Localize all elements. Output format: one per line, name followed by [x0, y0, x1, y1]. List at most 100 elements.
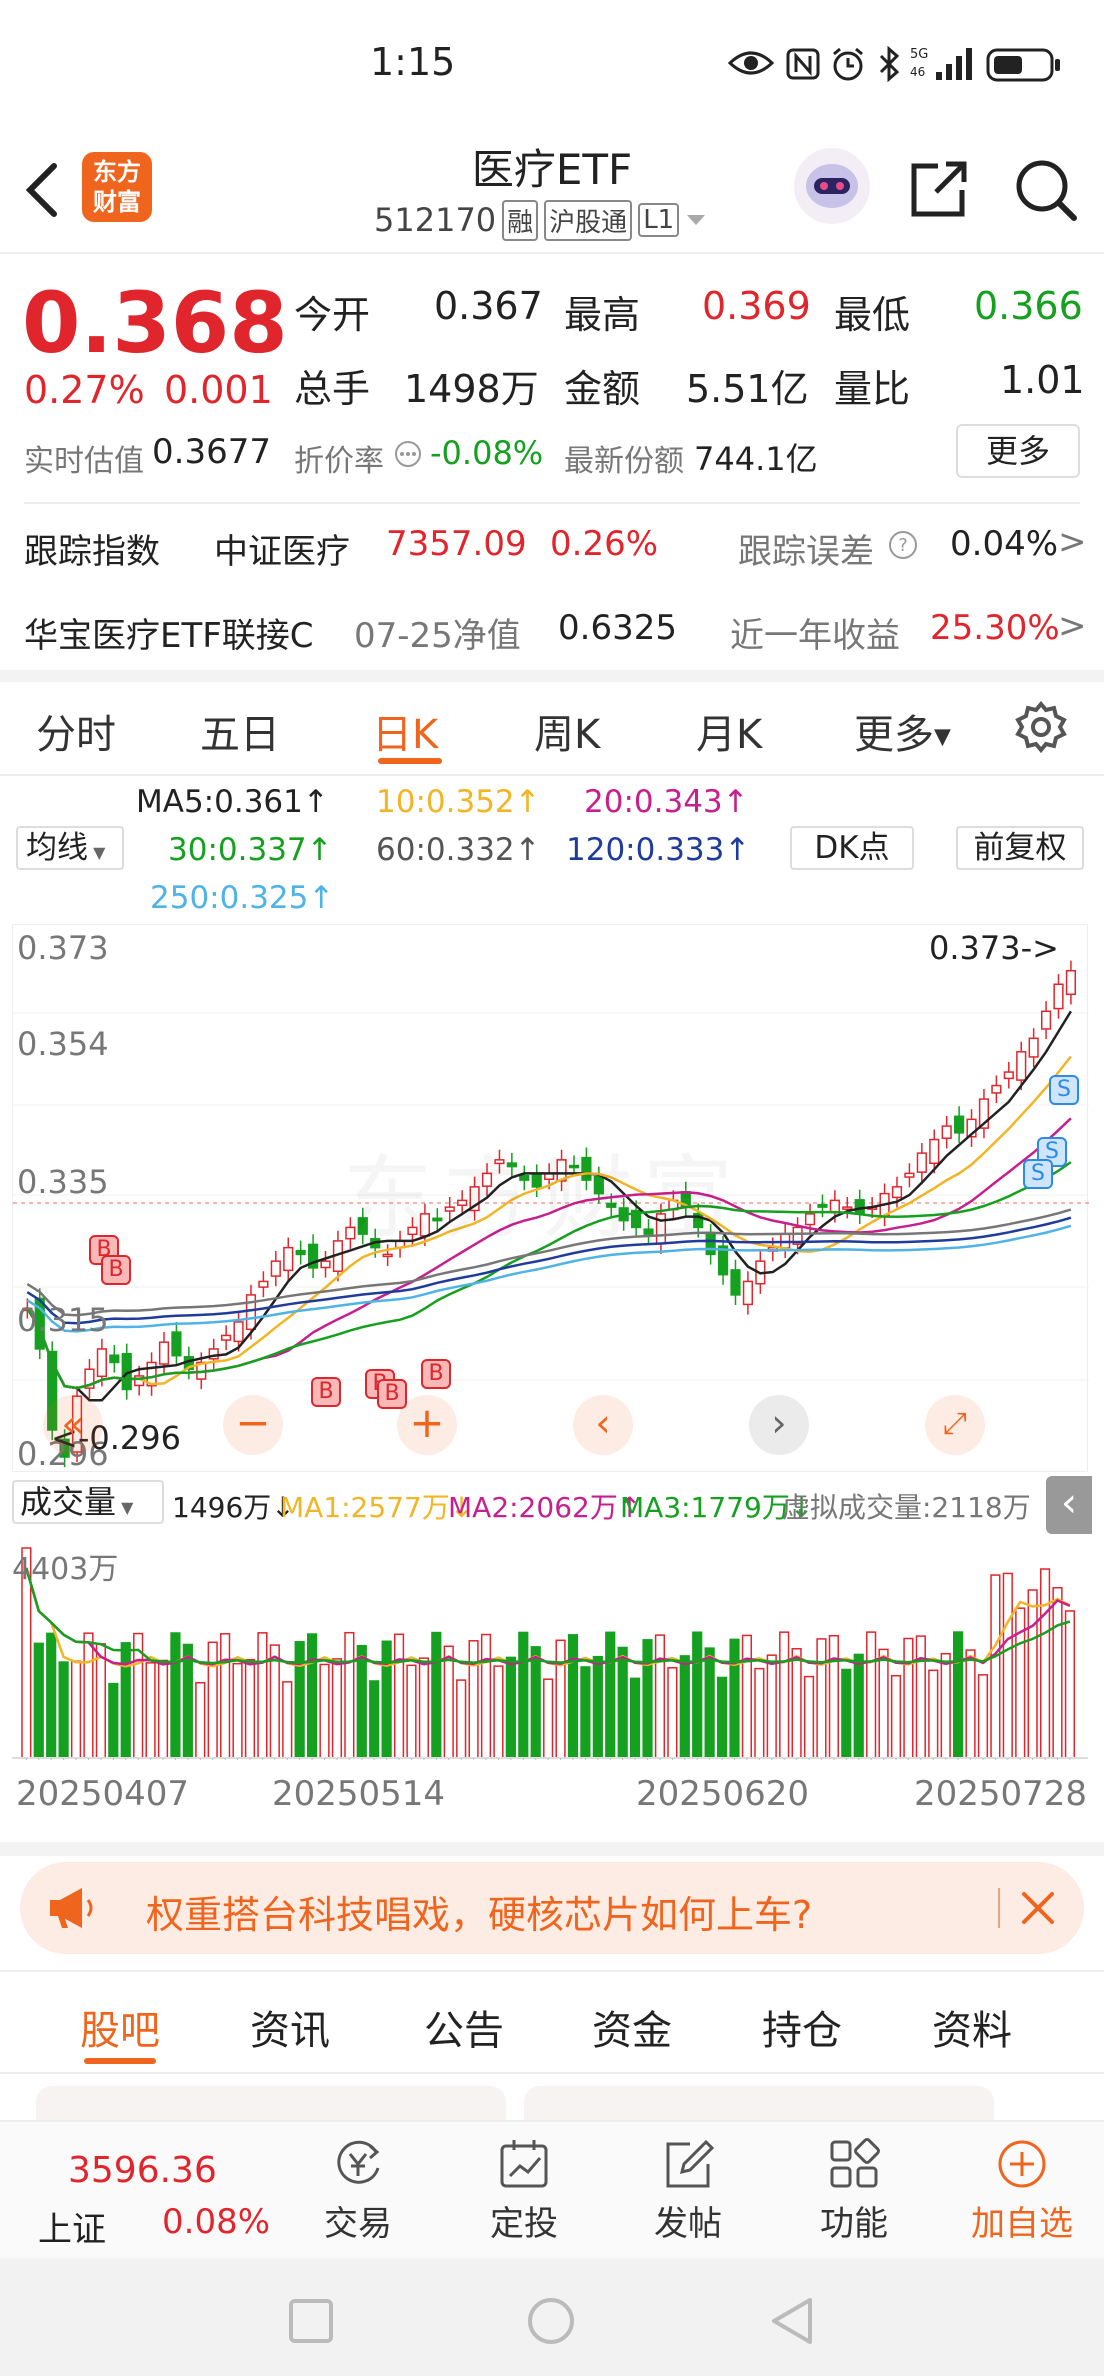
help-icon[interactable]: ?: [888, 530, 918, 560]
banner-close-icon[interactable]: [1020, 1890, 1056, 1926]
scroll-left-button[interactable]: ‹: [573, 1395, 633, 1455]
tab-profile[interactable]: 资料: [932, 1998, 1012, 2056]
recent-apps-icon[interactable]: [288, 2298, 334, 2344]
kline-chart[interactable]: 东方财富 0.373 0.354 0.335 0.315 0.296 0.373…: [12, 924, 1089, 1473]
nav-trade[interactable]: 交易: [310, 2136, 406, 2245]
share-icon[interactable]: [906, 158, 970, 222]
fullscreen-button[interactable]: ⤢: [925, 1395, 985, 1455]
chart-settings-gear-icon[interactable]: [1014, 700, 1068, 754]
y-label-3: 0.315: [17, 1301, 109, 1339]
stock-code-row[interactable]: 512170 融 沪股通 L1: [374, 198, 707, 242]
tab-funds[interactable]: 资金: [592, 1998, 672, 2056]
tab-intraday[interactable]: 分时: [36, 702, 116, 760]
linked-fund-row[interactable]: 华宝医疗ETF联接C 07-25净值 0.6325 近一年收益 25.30% >: [0, 588, 1104, 672]
candle-body: [320, 1260, 331, 1269]
svg-text:46: 46: [910, 65, 925, 79]
promo-banner[interactable]: 权重搭台科技唱戏，硬核芯片如何上车?: [20, 1862, 1084, 1954]
nav-post[interactable]: 发帖: [640, 2136, 736, 2245]
tab-announcements[interactable]: 公告: [424, 1998, 504, 2056]
adjust-button[interactable]: 前复权: [956, 826, 1084, 870]
search-icon[interactable]: [1012, 156, 1080, 224]
trade-icon: [310, 2136, 406, 2192]
volume-bar: [331, 1658, 343, 1759]
svg-text:5G: 5G: [910, 47, 928, 62]
candle-body: [270, 1260, 281, 1277]
low-value: 0.366: [974, 284, 1083, 328]
linked-nav-value: 0.6325: [558, 608, 677, 648]
volume-bar: [543, 1678, 554, 1759]
volume-bar: [418, 1657, 429, 1759]
tab-news[interactable]: 资讯: [250, 1998, 330, 2056]
volume-selector-caret-icon: ▼: [116, 1498, 134, 1517]
candle-body: [742, 1280, 754, 1306]
volume-bar: [816, 1638, 827, 1759]
tab-forum[interactable]: 股吧: [80, 1998, 160, 2056]
tracking-row[interactable]: 跟踪指数 中证医疗 7357.09 0.26% 跟踪误差 ? 0.04% >: [0, 504, 1104, 588]
volume-chart[interactable]: 4403万 20250407 20250514 20250620 2025072…: [12, 1530, 1088, 1840]
zoom-out-button[interactable]: −: [223, 1395, 283, 1455]
dk-point-button[interactable]: DK点: [790, 826, 914, 870]
change-percent: 0.27%: [24, 368, 145, 412]
tracking-error-label: 跟踪误差: [738, 532, 874, 572]
volume-bar: [33, 1642, 44, 1759]
nav-add-watchlist[interactable]: 加自选: [960, 2136, 1084, 2245]
nav-fixed-invest[interactable]: 定投: [476, 2136, 572, 2245]
date-label-3: 20250728: [914, 1774, 1088, 1814]
volume-bar: [716, 1676, 728, 1759]
volume-bar: [356, 1644, 367, 1759]
tab-weekly-k[interactable]: 周K: [534, 702, 600, 760]
volume-bar: [965, 1649, 976, 1759]
ma-selector[interactable]: 均线 ▼: [16, 826, 124, 870]
volume-bar: [493, 1665, 504, 1759]
volume-bar: [592, 1655, 603, 1759]
more-button[interactable]: 更多: [956, 424, 1080, 478]
nav-functions[interactable]: 功能: [806, 2136, 902, 2245]
amount-label: 金额: [564, 367, 641, 411]
candle-body: [854, 1199, 865, 1215]
volume-bar: [580, 1666, 591, 1759]
candle-body: [730, 1269, 741, 1296]
volume-bar: [741, 1634, 753, 1759]
scroll-right-button[interactable]: ›: [749, 1395, 809, 1455]
iopv-label: 实时估值: [24, 444, 144, 479]
edit-post-icon: [640, 2136, 736, 2192]
robot-assistant-icon[interactable]: [792, 146, 872, 226]
volume-bar: [319, 1663, 330, 1759]
volume-bar: [294, 1641, 305, 1759]
date-label-2: 20250620: [636, 1774, 810, 1814]
volume-bar: [393, 1633, 405, 1759]
linked-chevron-icon: >: [1058, 606, 1087, 646]
volume-bar: [443, 1645, 454, 1759]
volume-selector[interactable]: 成交量 ▼: [12, 1480, 164, 1524]
level-badge: L1: [638, 203, 680, 237]
collapse-panel-button[interactable]: ‹: [1046, 1476, 1092, 1534]
candle-body: [1016, 1051, 1027, 1081]
volume-bar: [157, 1659, 169, 1759]
tab-daily-k[interactable]: 日K: [372, 702, 438, 760]
discount-info-icon[interactable]: [394, 440, 422, 468]
back-triangle-icon[interactable]: [770, 2296, 814, 2346]
add-circle-icon: [960, 2136, 1084, 2192]
index-value[interactable]: 3596.36: [68, 2150, 217, 2191]
tracking-chevron-icon: >: [1058, 522, 1087, 562]
volume-bar: [953, 1631, 964, 1759]
ma5-value: MA5:0.361↑: [136, 784, 329, 820]
tab-more[interactable]: 更多▼: [854, 702, 951, 760]
volume-bar: [83, 1632, 94, 1759]
tab-holdings[interactable]: 持仓: [762, 1998, 842, 2056]
tab-monthly-k[interactable]: 月K: [696, 702, 762, 760]
zoom-in-button[interactable]: +: [397, 1395, 457, 1455]
volume-bar: [729, 1638, 740, 1759]
volume-bar: [145, 1662, 156, 1759]
tab-five-day[interactable]: 五日: [200, 702, 280, 760]
home-icon[interactable]: [526, 2296, 576, 2346]
scroll-left-fast-button[interactable]: «: [43, 1395, 103, 1455]
volume-bar: [257, 1632, 268, 1759]
volume-label: 总手: [294, 367, 371, 411]
volume-bar: [1027, 1589, 1038, 1759]
volume-bar: [195, 1681, 206, 1759]
volume-bar: [704, 1647, 715, 1759]
banner-divider: [998, 1888, 1000, 1928]
volume-bar: [1039, 1568, 1051, 1759]
banner-text: 权重搭台科技唱戏，硬核芯片如何上车?: [146, 1893, 813, 1937]
